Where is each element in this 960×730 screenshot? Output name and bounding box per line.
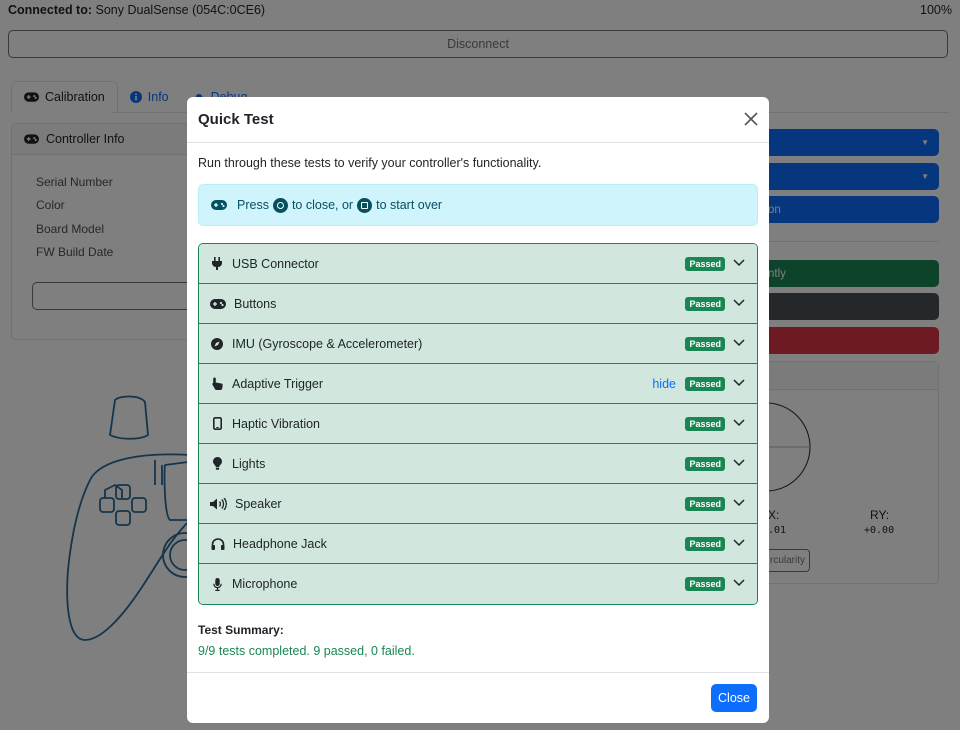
chevron-down-icon[interactable] xyxy=(733,498,745,508)
summary-title: Test Summary: xyxy=(198,623,284,637)
test-row-buttons[interactable]: Buttons Passed xyxy=(199,284,757,324)
test-row-headphone-jack[interactable]: Headphone Jack Passed xyxy=(199,524,757,564)
chevron-down-icon[interactable] xyxy=(733,338,745,348)
chevron-down-icon[interactable] xyxy=(733,458,745,468)
status-badge: Passed xyxy=(685,257,725,271)
gamepad-icon xyxy=(211,200,227,210)
status-badge: Passed xyxy=(685,537,725,551)
info-alert: Press to close, or to start over xyxy=(198,184,758,226)
alert-close-text: to close, or xyxy=(291,198,354,212)
test-label: IMU (Gyroscope & Accelerometer) xyxy=(232,336,423,351)
test-label: Lights xyxy=(232,456,266,471)
chevron-down-icon[interactable] xyxy=(733,538,745,548)
summary-text: 9/9 tests completed. 9 passed, 0 failed. xyxy=(198,644,415,658)
test-row-adaptive-trigger[interactable]: Adaptive Trigger hide Passed xyxy=(199,364,757,404)
quick-test-modal: Quick Test Run through these tests to ve… xyxy=(187,97,769,723)
modal-footer-divider xyxy=(187,672,769,673)
circle-button-icon xyxy=(272,197,288,213)
chevron-down-icon[interactable] xyxy=(733,298,745,308)
lightbulb-icon xyxy=(212,457,222,470)
compass-icon xyxy=(211,337,223,350)
status-badge: Passed xyxy=(685,297,725,311)
status-badge: Passed xyxy=(685,377,725,391)
test-row-speaker[interactable]: Speaker Passed xyxy=(199,484,757,524)
test-label: Microphone xyxy=(232,577,298,591)
headphones-icon xyxy=(211,537,224,550)
test-label: Haptic Vibration xyxy=(232,416,321,431)
test-label: USB Connector xyxy=(232,256,319,271)
test-label: Headphone Jack xyxy=(233,536,327,551)
plug-icon xyxy=(212,257,222,270)
test-row-imu[interactable]: IMU (Gyroscope & Accelerometer) Passed xyxy=(199,324,757,364)
status-badge: Passed xyxy=(685,457,725,471)
test-label: Speaker xyxy=(235,496,282,511)
test-row-lights[interactable]: Lights Passed xyxy=(199,444,757,484)
microphone-icon xyxy=(212,577,222,591)
chevron-down-icon[interactable] xyxy=(733,378,745,388)
square-button-icon xyxy=(357,197,373,213)
modal-header: Quick Test xyxy=(187,97,769,143)
test-row-haptic-vibration[interactable]: Haptic Vibration Passed xyxy=(199,404,757,444)
speaker-icon xyxy=(210,497,227,510)
modal-description: Run through these tests to verify your c… xyxy=(198,156,542,170)
test-label: Buttons xyxy=(234,296,277,311)
alert-restart-text: to start over xyxy=(376,198,443,212)
status-badge: Passed xyxy=(685,497,725,511)
gamepad-icon xyxy=(210,298,226,309)
pointer-hand-icon xyxy=(211,377,223,390)
test-label: Adaptive Trigger xyxy=(232,376,324,391)
close-button[interactable]: Close xyxy=(711,684,757,712)
test-row-usb-connector[interactable]: USB Connector Passed xyxy=(199,244,757,284)
close-icon[interactable] xyxy=(743,111,759,127)
alert-press-text: Press xyxy=(237,198,269,212)
chevron-down-icon[interactable] xyxy=(733,258,745,268)
hide-link[interactable]: hide xyxy=(652,377,676,391)
chevron-down-icon[interactable] xyxy=(733,578,745,588)
test-row-microphone[interactable]: Microphone Passed xyxy=(199,564,757,604)
chevron-down-icon[interactable] xyxy=(733,418,745,428)
test-list: USB Connector Passed Buttons Passed IMU … xyxy=(198,243,758,605)
modal-title: Quick Test xyxy=(198,111,274,128)
status-badge: Passed xyxy=(685,417,725,431)
status-badge: Passed xyxy=(685,337,725,351)
mobile-icon xyxy=(212,417,222,430)
status-badge: Passed xyxy=(685,577,725,591)
